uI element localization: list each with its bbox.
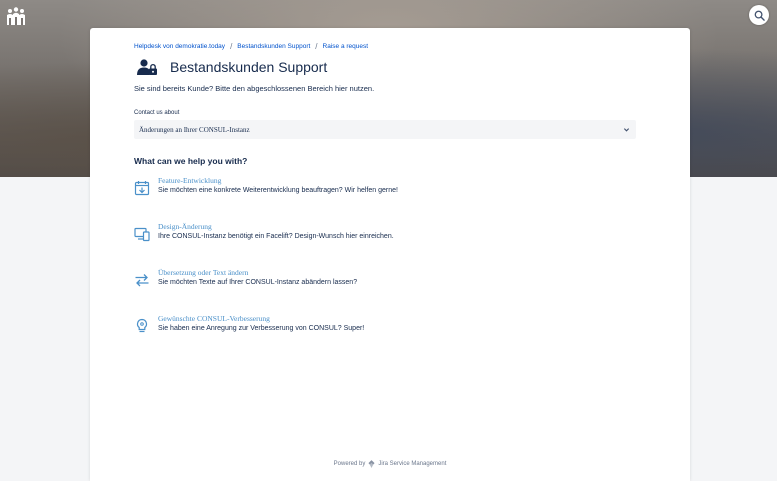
request-type-name: Design-Änderung (158, 222, 212, 231)
portal-description: Sie sind bereits Kunde? Bitte den abgesc… (134, 84, 375, 93)
request-type-name: Übersetzung oder Text ändern (158, 268, 249, 277)
help-heading: What can we help you with? (134, 156, 248, 166)
search-button[interactable] (749, 5, 769, 25)
devices-icon (134, 227, 150, 242)
request-type-description: Ihre CONSUL-Instanz benötigt ein Facelif… (158, 233, 394, 240)
portal-card: Helpdesk von demokratie.today / Bestands… (90, 28, 690, 481)
search-icon (754, 10, 765, 21)
breadcrumb-raise-request-link[interactable]: Raise a request (323, 43, 369, 50)
contact-about-label: Contact us about (134, 110, 180, 116)
breadcrumb-helpdesk-link[interactable]: Helpdesk von demokratie.today (134, 43, 225, 50)
lightbulb-icon (136, 318, 148, 333)
request-type-name: Feature-Entwicklung (158, 176, 222, 185)
breadcrumb-separator: / (315, 42, 318, 51)
jira-service-management-link[interactable]: Jira Service Management (378, 461, 446, 467)
portal-header: Bestandskunden Support (137, 59, 327, 75)
request-type-name: Gewünschte CONSUL-Verbesserung (158, 314, 270, 323)
request-type-item[interactable]: Gewünschte CONSUL-Verbesserung Sie haben… (134, 314, 634, 352)
powered-by-footer: Powered by Jira Service Management (90, 460, 690, 468)
request-type-item[interactable]: Übersetzung oder Text ändern Sie möchten… (134, 268, 634, 306)
request-type-select[interactable]: Änderungen an Ihrer CONSUL-Instanz (134, 120, 636, 139)
request-type-description: Sie möchten Texte auf Ihrer CONSUL-Insta… (158, 279, 358, 286)
request-type-description: Sie möchten eine konkrete Weiterentwickl… (158, 187, 398, 194)
request-type-item[interactable]: Feature-Entwicklung Sie möchten eine kon… (134, 176, 634, 214)
request-type-select-value: Änderungen an Ihrer CONSUL-Instanz (139, 125, 250, 134)
chevron-down-icon (623, 128, 630, 132)
user-lock-icon (137, 59, 157, 75)
page-title: Bestandskunden Support (170, 59, 328, 75)
breadcrumb: Helpdesk von demokratie.today / Bestands… (134, 42, 368, 51)
request-type-item[interactable]: Design-Änderung Ihre CONSUL-Instanz benö… (134, 222, 634, 260)
breadcrumb-separator: / (230, 42, 233, 51)
breadcrumb-portal-link[interactable]: Bestandskunden Support (237, 43, 310, 50)
powered-by-label: Powered by (333, 461, 366, 467)
people-group-logo-icon[interactable] (6, 6, 26, 25)
request-type-description: Sie haben eine Anregung zur Verbesserung… (158, 325, 365, 332)
calendar-add-icon (134, 181, 150, 196)
swap-arrows-icon (135, 274, 149, 287)
jira-logo-icon (368, 460, 375, 468)
